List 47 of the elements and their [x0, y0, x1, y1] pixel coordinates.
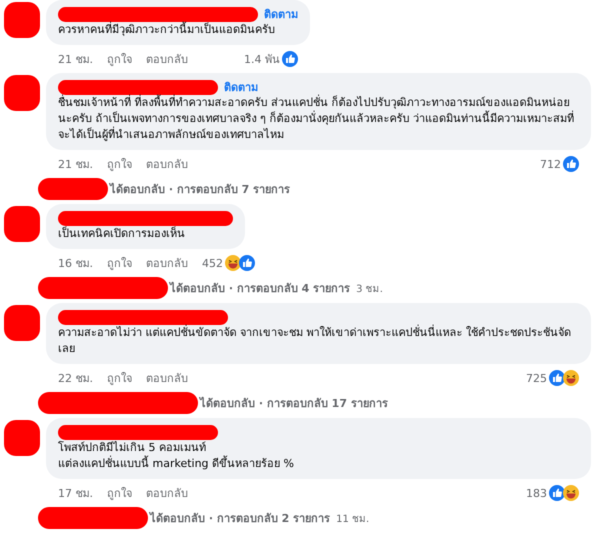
- reply-link[interactable]: ตอบกลับ: [146, 155, 188, 173]
- like-link[interactable]: ถูกใจ: [107, 50, 132, 68]
- comment-time: 21 ชม.: [58, 157, 93, 173]
- laughing-reaction-icon: [225, 255, 241, 271]
- follow-link[interactable]: ติดตาม: [264, 5, 298, 23]
- reply-link[interactable]: ตอบกลับ: [146, 50, 188, 68]
- comment-text: เป็นเทคนิคเปิดการมองเห็น: [58, 226, 186, 242]
- like-link[interactable]: ถูกใจ: [107, 254, 132, 272]
- like-reaction-icon: [239, 255, 255, 271]
- reply-link[interactable]: ตอบกลับ: [146, 484, 188, 502]
- redacted-avatar: [4, 2, 40, 38]
- redacted-avatar: [4, 206, 40, 242]
- comment-text: ความสะอาดไม่ว่า แต่แคปชั่นขัดตาจัด จากเขาจะชม พาให้เขาด่าเพราะแคปชั่นนี่แหละ ใช้คำประชดประชันจัดเลย: [58, 325, 572, 357]
- reply-link[interactable]: ตอบกลับ: [146, 369, 188, 387]
- reply-link[interactable]: ตอบกลับ: [146, 254, 188, 272]
- view-replies-link[interactable]: ได้ตอบกลับ · การตอบกลับ 2 รายการ: [150, 509, 330, 527]
- reaction-count[interactable]: 1.4 พัน: [244, 50, 280, 68]
- laughing-reaction-icon: [563, 485, 579, 501]
- view-replies-link[interactable]: ได้ตอบกลับ · การตอบกลับ 17 รายการ: [200, 394, 388, 412]
- comment-text: โพสท์ปกติมีไม่เกิน 5 คอมเมนท์ แต่ลงแคปชั่นแบบนี้ marketing ดีขึ้นหลายร้อย %: [58, 440, 295, 472]
- reaction-count[interactable]: 725: [526, 372, 547, 384]
- comment-time: 22 ชม.: [58, 371, 93, 387]
- comment-time: 17 ชม.: [58, 486, 93, 502]
- redaction-mark: [38, 178, 108, 200]
- reaction-count[interactable]: 183: [526, 486, 547, 500]
- reaction-count[interactable]: 452: [202, 256, 223, 270]
- comment-text: ชื่นชมเจ้าหน้าที่ ที่ลงพื้นที่ทำความสะอาดครับ ส่วนแคปชั่น ก็ต้องไปปรับวุฒิภาวะทางอารมณ์ของแอดมินหน่อยนะครับ ถ้าเป็นเพจทางการของเทศบาลจริง ๆ ก็ต้องมานั่งคุยกันแล้วหละครับ ว่าแอดมินท่านนี้มีความเหมาะสมที่จะได้เป็นผู้ที่นำเสนอภาพลักษณ์ของเทศบาลไหม: [58, 95, 575, 143]
- like-reaction-icon: [549, 370, 565, 386]
- comment-time: 16 ชม.: [58, 256, 93, 272]
- reaction-count[interactable]: 712: [540, 158, 561, 170]
- view-replies-link[interactable]: ได้ตอบกลับ · การตอบกลับ 4 รายการ: [170, 279, 350, 297]
- reply-time: 3 ชม.: [356, 282, 383, 296]
- like-reaction-icon: [549, 485, 565, 501]
- like-link[interactable]: ถูกใจ: [107, 155, 132, 173]
- like-link[interactable]: ถูกใจ: [107, 484, 132, 502]
- reply-time: 11 ชม.: [336, 512, 370, 526]
- comment-time: 21 ชม.: [58, 52, 93, 68]
- follow-link[interactable]: ติดตาม: [224, 78, 258, 96]
- like-reaction-icon: [282, 51, 298, 67]
- like-link[interactable]: ถูกใจ: [107, 369, 132, 387]
- view-replies-link[interactable]: ได้ตอบกลับ · การตอบกลับ 7 รายการ: [110, 180, 290, 198]
- like-reaction-icon: [563, 156, 579, 172]
- redacted-avatar: [4, 305, 40, 341]
- comment-text: ควรหาคนที่มีวุฒิภาวะกว่านี้มาเป็นแอดมินครับ: [58, 22, 276, 38]
- redacted-avatar: [4, 420, 40, 456]
- redacted-avatar: [4, 75, 40, 111]
- laughing-reaction-icon: [563, 370, 579, 386]
